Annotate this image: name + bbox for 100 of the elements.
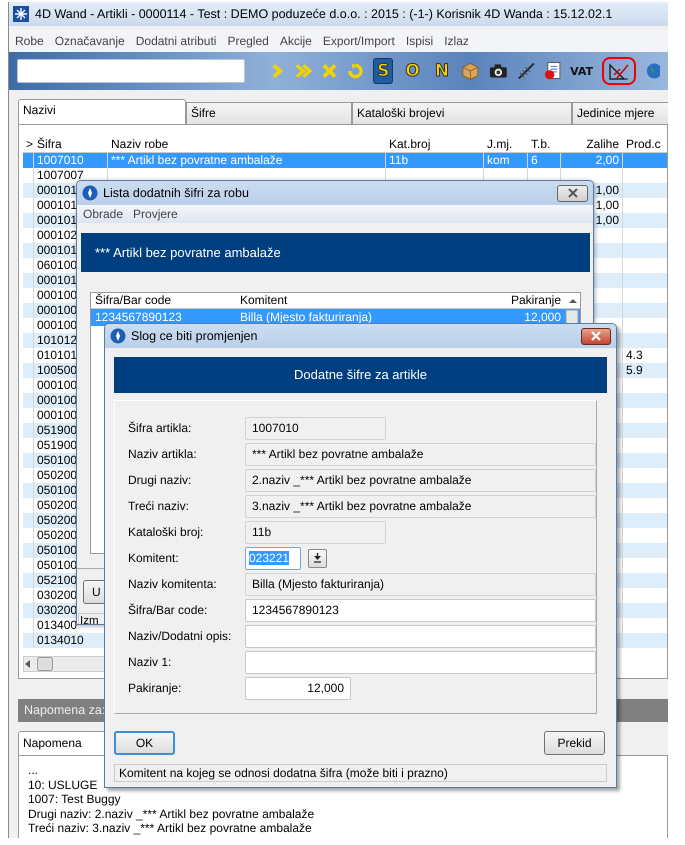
table-cell: 000100 (37, 393, 78, 407)
dialog-icon (110, 328, 126, 344)
field-label: Kataloški broj: (128, 524, 204, 540)
readonly-field: *** Artikl bez povratne ambalaže (245, 442, 596, 466)
note-line: ... (28, 763, 38, 778)
column-header[interactable]: Prod.c (623, 137, 668, 152)
table-cell: 050200 (37, 528, 78, 542)
document-icon[interactable] (544, 61, 562, 81)
scroll-thumb-icon[interactable] (37, 657, 53, 671)
table-cell: 000100 (37, 378, 78, 392)
note-line: 1007: Test Buggy (28, 792, 121, 806)
table-cell: 6 (531, 153, 538, 167)
close-button[interactable] (557, 184, 588, 202)
button[interactable]: Prekid (544, 731, 605, 755)
table-cell: 000100 (37, 318, 78, 332)
refresh-icon[interactable] (347, 62, 364, 80)
vat-button[interactable]: VAT (570, 64, 594, 78)
table-cell: 050200 (37, 513, 78, 527)
dialog-header: Dodatne šifre za artikle (114, 357, 607, 393)
readonly-field: 3.naziv _*** Artikl bez povratne ambalaže (245, 494, 596, 518)
list-cell-text: 1234567890123 (94, 309, 183, 326)
table-cell: 1007010 (37, 153, 84, 167)
note-line: Treći naziv: 3.naziv _*** Artikl bez povratne ambalaže (28, 821, 312, 836)
input-field[interactable]: 12,000 (245, 676, 351, 700)
note-line: 10: USLUGE (28, 778, 98, 792)
button[interactable]: OK (114, 731, 175, 755)
tab[interactable]: Jedinice mjere (572, 102, 668, 124)
close-button[interactable] (581, 328, 611, 344)
input-field[interactable]: 1234567890123 (245, 598, 596, 622)
table-cell: 000101 (37, 273, 78, 287)
table-cell: 1,00 (596, 183, 619, 197)
window-title: 4D Wand - Artikli - 0000114 - Test : DEMO poduzeće d.o.o. : 2015 : (-1-) Korisnik 4D Wanda : 15.12.02.1 (35, 6, 612, 22)
column-header[interactable]: Šifra (34, 137, 108, 152)
table-cell: 100500 (37, 363, 78, 377)
field-label: Naziv/Dodatni opis: (128, 628, 232, 644)
table-cell: 010101 (37, 348, 78, 362)
menu-item[interactable]: Robe (15, 34, 44, 48)
field-label: Komitent: (128, 550, 180, 566)
menu-item[interactable]: Akcije (280, 34, 312, 48)
scroll-left-icon[interactable] (24, 660, 32, 668)
note-line: Drugi naziv: 2.naziv _*** Artikl bez povratne ambalaže (28, 806, 314, 821)
table-cell: 2,00 (596, 153, 619, 167)
table-cell: 050100 (37, 453, 78, 467)
column-header[interactable]: Pakiranje (460, 293, 565, 309)
pen-icon[interactable] (516, 61, 536, 81)
table-cell: 4.3 (626, 348, 643, 362)
table-cell: 000100 (37, 408, 78, 422)
box-icon[interactable] (461, 61, 480, 81)
tab[interactable]: Šifre (186, 102, 352, 124)
readonly-field: 11b (245, 520, 386, 544)
table-cell: 030200 (37, 588, 78, 602)
table-cell: 013400 (37, 618, 78, 632)
field-label: Naziv komitenta: (128, 576, 218, 592)
column-header[interactable]: T.b. (528, 137, 561, 152)
menu-item[interactable]: Izlaz (444, 34, 469, 48)
status-bar: Komitent na kojeg se odnosi dodatna šifra (može biti i prazno) (114, 764, 607, 782)
table-cell: 000102 (37, 228, 78, 242)
table-cell: 5.9 (626, 363, 643, 377)
column-header[interactable]: Komitent (236, 293, 460, 309)
tab[interactable]: Kataloški brojevi (352, 102, 572, 124)
status-text: Izm (80, 615, 99, 624)
menu-item[interactable]: Provjere (133, 206, 178, 222)
table-cell: 050200 (37, 498, 78, 512)
globe-icon[interactable] (645, 61, 660, 81)
menu-item[interactable]: Pregled (227, 34, 269, 48)
field-label: Naziv artikla: (128, 446, 198, 462)
column-header[interactable]: Šifra/Bar code (91, 293, 236, 309)
field-label: Drugi naziv: (128, 472, 192, 488)
column-header[interactable]: Zalihe (561, 137, 623, 152)
column-header[interactable]: > (23, 137, 34, 152)
table-cell: *** Artikl bez povratne ambalaže (111, 153, 282, 167)
table-cell: 1,00 (596, 198, 619, 212)
drawing-tools-icon[interactable] (609, 62, 630, 80)
table-cell: 051900 (37, 423, 78, 437)
menu-item[interactable]: Obrade (83, 206, 124, 222)
menu-item[interactable]: Export/Import (322, 34, 395, 48)
menu-item[interactable]: Ispisi (406, 34, 434, 48)
table-cell: 000100 (37, 288, 78, 302)
toolbar-button[interactable]: S (373, 58, 394, 84)
tab[interactable]: Nazivi (18, 99, 186, 124)
table-cell: 050100 (37, 558, 78, 572)
table-cell: 030200 (37, 603, 78, 617)
list-cell-text: Billa (Mjesto fakturiranja) (239, 309, 374, 326)
field-label: Šifra/Bar code: (128, 602, 208, 618)
table-cell: 1007007 (37, 168, 84, 182)
camera-icon[interactable] (488, 63, 508, 79)
input-field[interactable] (245, 650, 596, 674)
app-icon (13, 6, 29, 22)
search-field[interactable] (17, 59, 245, 83)
table-cell: 000101 (37, 243, 78, 257)
cross-icon[interactable] (321, 62, 338, 80)
input-field[interactable] (245, 624, 596, 648)
column-header[interactable]: Kat.broj (386, 137, 484, 152)
column-header[interactable]: Naziv robe (108, 137, 386, 152)
dropdown-button[interactable] (308, 548, 327, 568)
table-cell: 052100 (37, 573, 78, 587)
menu-item[interactable]: Označavanje (54, 34, 125, 48)
column-header[interactable]: J.mj. (484, 137, 528, 152)
menu-item[interactable]: Dodatni atributi (136, 34, 216, 48)
table-cell: 000101 (37, 183, 78, 197)
